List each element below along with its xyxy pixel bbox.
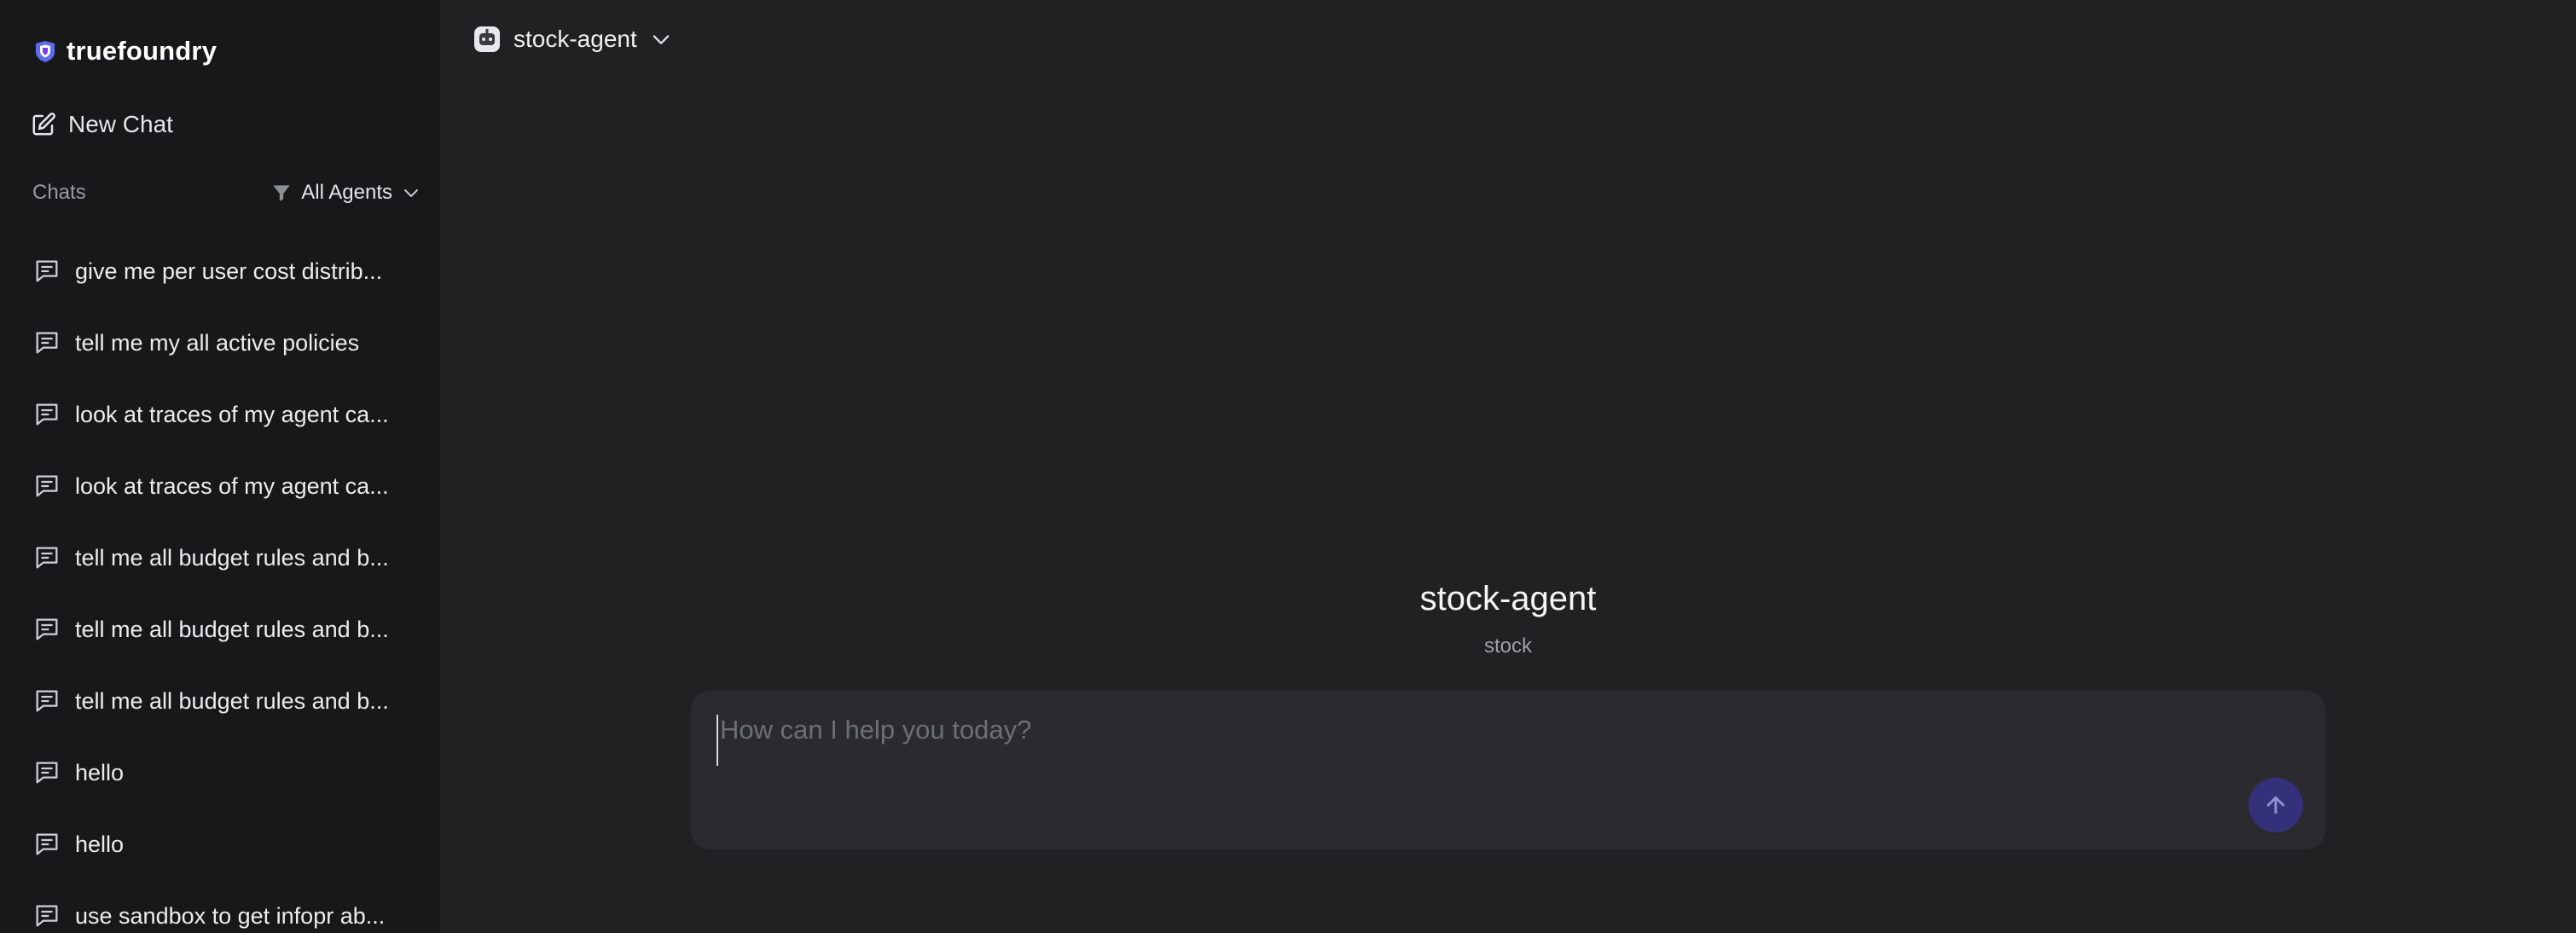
chat-bubble-icon bbox=[36, 475, 58, 497]
chat-title: hello bbox=[75, 759, 125, 785]
chats-label: Chats bbox=[32, 181, 86, 204]
chat-list-item[interactable]: tell me all budget rules and b... bbox=[0, 594, 440, 665]
chats-header: Chats All Agents bbox=[32, 177, 421, 208]
chat-list-item[interactable]: use sandbox to get infopr ab... bbox=[0, 880, 440, 933]
chat-bubble-icon bbox=[36, 332, 58, 354]
message-input[interactable] bbox=[717, 715, 2167, 766]
chat-bubble-icon bbox=[36, 690, 58, 712]
chat-title: give me per user cost distrib... bbox=[75, 258, 383, 284]
chat-bubble-icon bbox=[36, 833, 58, 855]
chat-title: tell me all budget rules and b... bbox=[75, 687, 389, 714]
arrow-up-icon bbox=[2266, 796, 2285, 814]
new-chat-label: New Chat bbox=[68, 111, 173, 137]
edit-icon bbox=[32, 113, 55, 136]
chat-bubble-icon bbox=[36, 547, 58, 569]
bot-icon bbox=[474, 26, 500, 52]
chat-bubble-icon bbox=[36, 762, 58, 784]
chat-title: use sandbox to get infopr ab... bbox=[75, 902, 386, 929]
agent-selector-label: stock-agent bbox=[513, 26, 637, 52]
agent-filter-dropdown[interactable]: All Agents bbox=[270, 181, 421, 205]
chat-list-item[interactable]: hello bbox=[0, 808, 440, 880]
chat-title: tell me all budget rules and b... bbox=[75, 616, 389, 642]
chat-list-item[interactable]: hello bbox=[0, 737, 440, 808]
chat-title: look at traces of my agent ca... bbox=[75, 472, 389, 499]
send-button[interactable] bbox=[2248, 778, 2303, 832]
agent-subtitle: stock bbox=[1483, 635, 1532, 658]
chat-list-item[interactable]: tell me my all active policies bbox=[0, 307, 440, 379]
chat-title: look at traces of my agent ca... bbox=[75, 401, 389, 427]
chat-title: hello bbox=[75, 831, 125, 857]
sidebar: truefoundry New Chat Chats All Agents gi… bbox=[0, 0, 440, 933]
chat-bubble-icon bbox=[36, 403, 58, 426]
chat-bubble-icon bbox=[36, 260, 58, 282]
brand-name: truefoundry bbox=[67, 36, 218, 66]
chat-list-item[interactable]: give me per user cost distrib... bbox=[0, 235, 440, 307]
agent-selector[interactable]: stock-agent bbox=[473, 22, 673, 56]
chat-title: tell me all budget rules and b... bbox=[75, 544, 389, 571]
chevron-down-icon bbox=[404, 189, 418, 197]
filter-icon bbox=[273, 185, 291, 201]
chat-list-item[interactable]: tell me all budget rules and b... bbox=[0, 665, 440, 737]
chat-list-item[interactable]: look at traces of my agent ca... bbox=[0, 450, 440, 522]
chat-title: tell me my all active policies bbox=[75, 329, 360, 356]
new-chat-button[interactable]: New Chat bbox=[31, 106, 173, 143]
chat-bubble-icon bbox=[36, 905, 58, 927]
chat-list: give me per user cost distrib... tell me … bbox=[0, 235, 440, 933]
agent-filter-label: All Agents bbox=[301, 181, 392, 204]
chevron-down-icon bbox=[653, 35, 670, 44]
agent-title: stock-agent bbox=[1419, 580, 1597, 617]
truefoundry-logo-icon bbox=[36, 41, 55, 62]
chat-list-item[interactable]: look at traces of my agent ca... bbox=[0, 379, 440, 450]
app-root: truefoundry New Chat Chats All Agents gi… bbox=[0, 0, 2576, 933]
chat-bubble-icon bbox=[36, 618, 58, 640]
chat-composer bbox=[691, 691, 2325, 849]
chat-list-item[interactable]: tell me all budget rules and b... bbox=[0, 522, 440, 594]
brand-logo[interactable]: truefoundry bbox=[32, 34, 217, 68]
